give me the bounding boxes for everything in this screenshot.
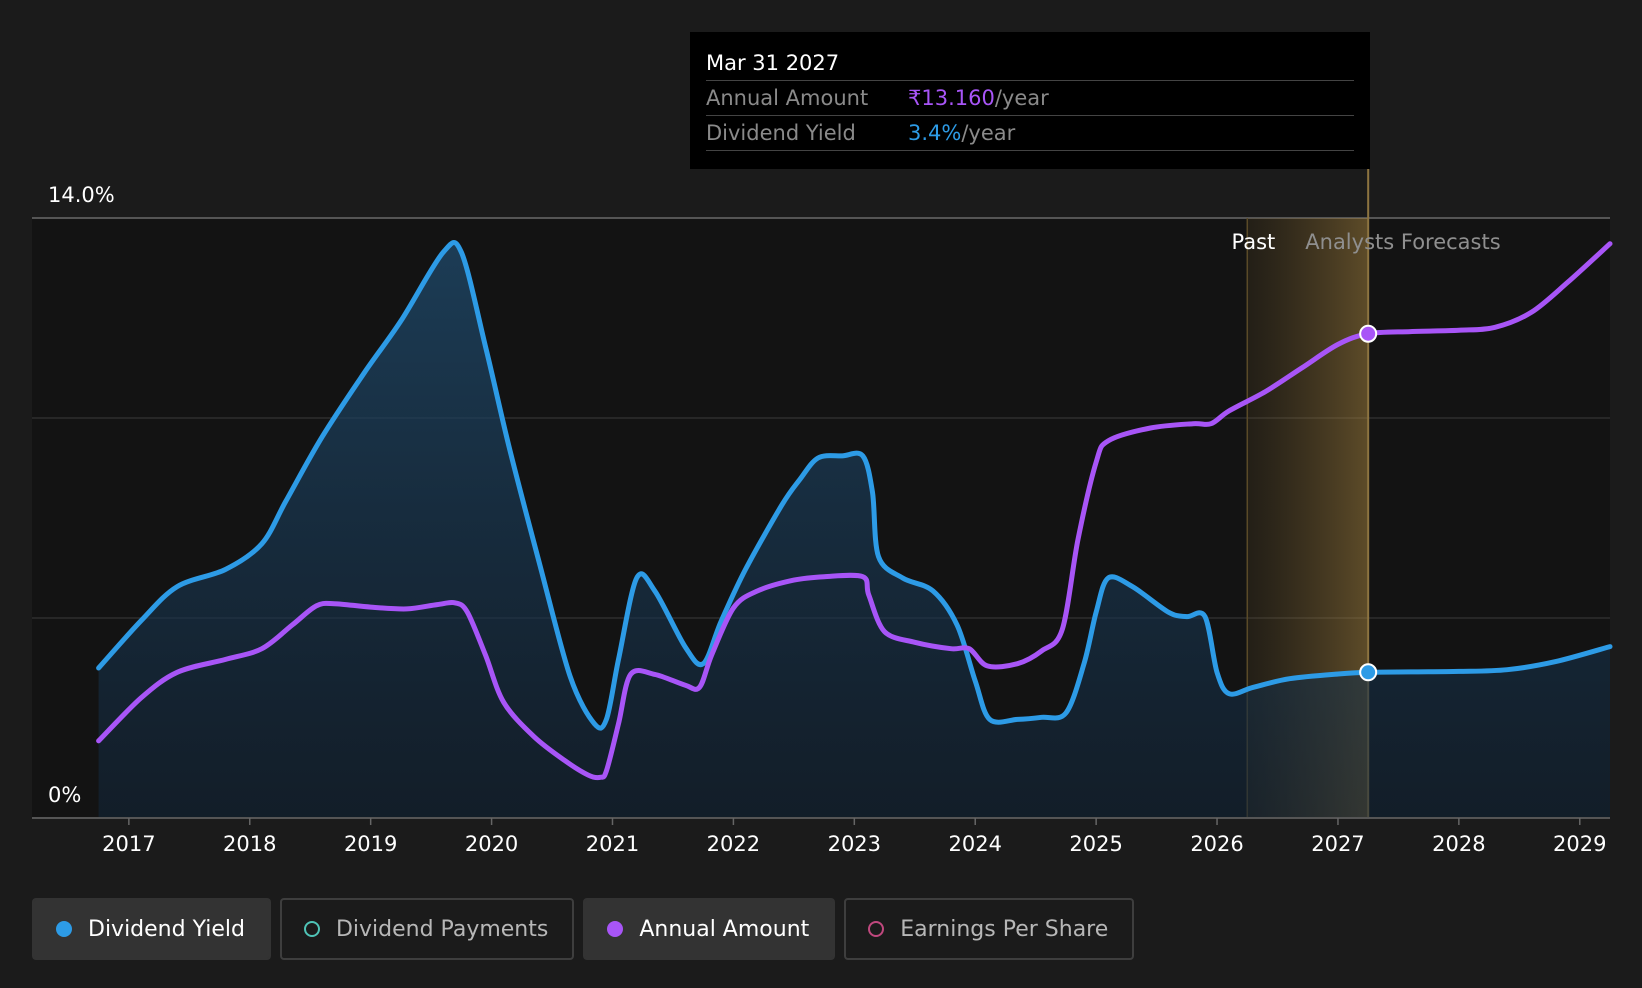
x-tick-label: 2027 (1311, 832, 1364, 856)
x-tick-label: 2023 (828, 832, 881, 856)
legend-earnings-per-share-button[interactable]: Earnings Per Share (844, 898, 1135, 960)
x-tick-label: 2018 (223, 832, 276, 856)
legend-earnings-per-share-label: Earnings Per Share (900, 916, 1109, 942)
legend-dividend-payments-label: Dividend Payments (335, 916, 549, 942)
tooltip-dividend-yield-label: Dividend Yield (706, 121, 856, 145)
tooltip-annual-amount-value: ₹13.160 (908, 86, 995, 110)
legend-annual-amount-button[interactable]: Annual Amount (583, 898, 836, 960)
past-label: Past (1232, 230, 1276, 254)
annual-amount-dot-icon (607, 921, 624, 937)
dividend-payments-ring-icon (303, 921, 320, 937)
dividend-yield-dot-icon (56, 921, 72, 937)
chart-legend: Dividend Yield Dividend Payments Annual … (32, 898, 1143, 960)
x-tick-label: 2029 (1553, 832, 1606, 856)
tooltip-dividend-yield-unit: /year (961, 121, 1016, 145)
x-tick-label: 2020 (465, 832, 518, 856)
tooltip-dividend-yield-value: 3.4% (908, 121, 962, 145)
x-tick-label: 2024 (948, 832, 1001, 856)
tooltip-annual-amount-unit: /year (994, 86, 1049, 110)
analysts-forecasts-label: Analysts Forecasts (1305, 230, 1500, 254)
earnings-per-share-ring-icon (868, 921, 885, 937)
tooltip-annual-amount-label: Annual Amount (706, 86, 869, 110)
x-tick-label: 2019 (344, 832, 397, 856)
x-axis-ticks: 2017 2018 2019 2020 2021 2022 2023 2024 2025 2026… (102, 818, 1606, 856)
hover-tooltip: Mar 31 2027 Annual Amount ₹13.160/year D… (690, 32, 1370, 169)
x-tick-label: 2022 (707, 832, 760, 856)
y-axis-bottom-label: 0% (48, 783, 81, 807)
x-tick-label: 2017 (102, 832, 155, 856)
legend-dividend-yield-button[interactable]: Dividend Yield (32, 898, 271, 960)
x-tick-label: 2028 (1432, 832, 1485, 856)
x-tick-label: 2021 (586, 832, 639, 856)
x-tick-label: 2026 (1190, 832, 1243, 856)
tooltip-date: Mar 31 2027 (706, 46, 1354, 81)
dividend-yield-hover-marker (1359, 663, 1378, 682)
y-axis-top-label: 14.0% (48, 183, 115, 207)
legend-dividend-yield-label: Dividend Yield (88, 916, 245, 942)
tooltip-dividend-yield-row: Dividend Yield 3.4%/year (706, 116, 1354, 151)
legend-dividend-payments-button[interactable]: Dividend Payments (279, 898, 575, 960)
tooltip-annual-amount-row: Annual Amount ₹13.160/year (706, 81, 1354, 116)
annual-amount-hover-marker (1359, 324, 1378, 343)
legend-annual-amount-label: Annual Amount (639, 916, 810, 942)
x-tick-label: 2025 (1069, 832, 1122, 856)
